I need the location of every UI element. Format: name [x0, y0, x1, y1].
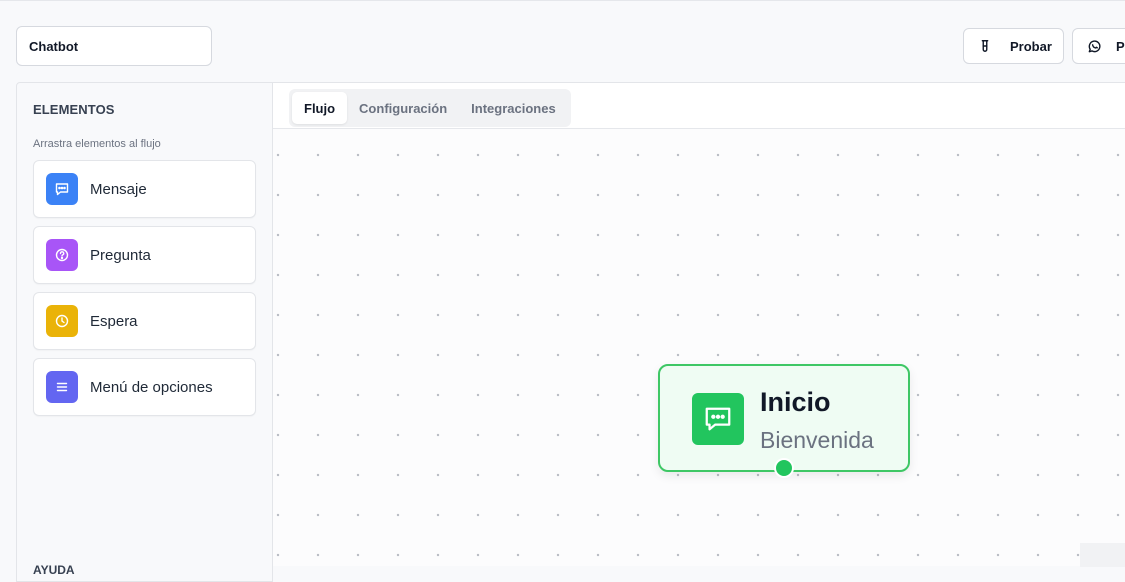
test-tube-icon — [981, 40, 989, 52]
tab-integrations[interactable]: Integraciones — [459, 92, 568, 124]
element-message-label: Mensaje — [90, 180, 147, 198]
clock-icon — [46, 305, 78, 337]
tab-flow[interactable]: Flujo — [292, 92, 348, 124]
element-message[interactable]: Mensaje — [33, 160, 256, 218]
top-divider — [0, 0, 1125, 3]
sidebar-subtitle: Arrastra elementos al flujo — [33, 138, 161, 150]
menu-icon — [46, 371, 78, 403]
element-wait[interactable]: Espera — [33, 292, 256, 350]
tab-bar: Flujo Configuración Integraciones — [273, 83, 1125, 129]
test-button[interactable]: Probar — [963, 28, 1064, 64]
start-node-subtitle: Bienvenida — [760, 427, 874, 453]
test-button-label: Probar — [1010, 38, 1052, 54]
whatsapp-button-label: P — [1116, 38, 1125, 54]
whatsapp-icon — [1088, 39, 1101, 52]
element-options-menu-label: Menú de opciones — [90, 378, 213, 396]
canvas-minimap-corner — [1080, 543, 1125, 567]
element-options-menu[interactable]: Menú de opciones — [33, 358, 256, 416]
start-node[interactable]: Inicio Bienvenida — [658, 364, 910, 478]
whatsapp-button[interactable]: P — [1072, 28, 1125, 64]
question-icon — [46, 239, 78, 271]
message-icon — [46, 173, 78, 205]
elements-sidebar: ELEMENTOS Arrastra elementos al flujo Me… — [16, 82, 273, 582]
sidebar-title: ELEMENTOS — [33, 102, 115, 117]
start-node-output-handle[interactable] — [774, 458, 794, 478]
element-question[interactable]: Pregunta — [33, 226, 256, 284]
start-node-title: Inicio — [760, 387, 831, 417]
chatbot-name-input[interactable]: Chatbot — [16, 26, 212, 66]
element-question-label: Pregunta — [90, 246, 151, 264]
element-wait-label: Espera — [90, 312, 138, 330]
help-section-title: AYUDA — [33, 563, 75, 577]
tabs: Flujo Configuración Integraciones — [289, 89, 571, 127]
message-icon — [692, 393, 744, 445]
flow-editor: Flujo Configuración Integraciones Inicio… — [273, 82, 1125, 567]
flow-canvas[interactable] — [273, 130, 1125, 567]
tab-configuration[interactable]: Configuración — [347, 92, 459, 124]
